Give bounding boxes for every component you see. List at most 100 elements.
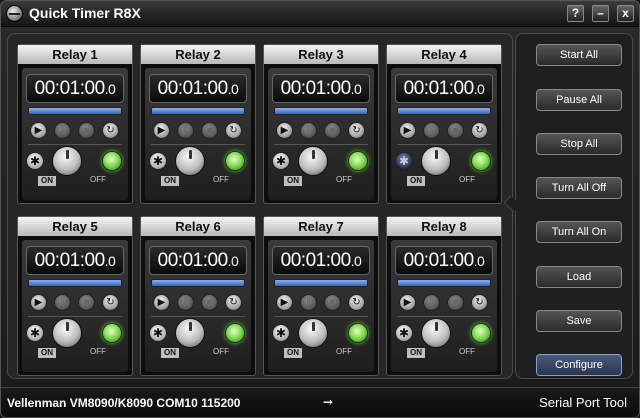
on-off-knob[interactable] — [421, 146, 451, 176]
settings-gear-icon[interactable]: ✱ — [26, 152, 44, 170]
progress-bar — [28, 279, 122, 287]
stop-all-button[interactable]: Stop All — [536, 133, 622, 155]
stop-button[interactable]: ■ — [201, 122, 218, 139]
on-label: ON — [38, 348, 56, 358]
progress-fill — [152, 280, 244, 286]
progress-fill — [398, 108, 490, 114]
on-label: ON — [38, 176, 56, 186]
timer-time: 00:01:00 — [280, 78, 351, 99]
timer-tenths: .0 — [104, 253, 116, 269]
settings-gear-icon[interactable]: ✱ — [272, 324, 290, 342]
on-off-knob[interactable] — [298, 146, 328, 176]
relay-name: Relay 3 — [264, 45, 378, 64]
pause-button[interactable]: ‖ — [300, 122, 317, 139]
off-label: OFF — [336, 175, 352, 184]
settings-gear-icon[interactable]: ✱ — [272, 152, 290, 170]
settings-gear-icon[interactable]: ✱ — [149, 324, 167, 342]
reset-button[interactable]: ↻ — [348, 294, 365, 311]
pause-all-button[interactable]: Pause All — [536, 89, 622, 111]
status-led — [471, 151, 491, 171]
off-label: OFF — [459, 175, 475, 184]
reset-button[interactable]: ↻ — [471, 122, 488, 139]
pause-button[interactable]: ‖ — [177, 294, 194, 311]
on-off-knob[interactable] — [52, 318, 82, 348]
save-button[interactable]: Save — [536, 310, 622, 332]
on-off-knob[interactable] — [175, 146, 205, 176]
load-button[interactable]: Load — [536, 266, 622, 288]
status-led — [348, 323, 368, 343]
settings-gear-icon[interactable]: ✱ — [395, 324, 413, 342]
minimize-button[interactable]: – — [592, 5, 609, 22]
off-label: OFF — [213, 175, 229, 184]
stop-button[interactable]: ■ — [324, 294, 341, 311]
progress-bar — [274, 107, 368, 115]
progress-bar — [151, 107, 245, 115]
status-led — [348, 151, 368, 171]
timer-display: 00:01:00.0 — [395, 74, 493, 103]
app-window: Quick Timer R8X ? – x Start All Pause Al… — [0, 0, 640, 418]
serial-port-tool-link[interactable]: Serial Port Tool — [539, 395, 627, 410]
settings-gear-icon[interactable]: ✱ — [26, 324, 44, 342]
play-button[interactable]: ▶ — [30, 294, 47, 311]
reset-button[interactable]: ↻ — [225, 122, 242, 139]
timer-time: 00:01:00 — [157, 250, 228, 271]
control-panel: Start All Pause All Stop All Turn All Of… — [515, 33, 633, 379]
turn-all-on-button[interactable]: Turn All On — [536, 221, 622, 243]
pause-button[interactable]: ‖ — [177, 122, 194, 139]
relay-name: Relay 6 — [141, 217, 255, 236]
play-button[interactable]: ▶ — [30, 122, 47, 139]
relay-body: 00:01:00.0 ▶ ‖ ■ ↻ ✱ ON OFF — [145, 68, 251, 200]
stop-button[interactable]: ■ — [447, 294, 464, 311]
play-button[interactable]: ▶ — [399, 122, 416, 139]
play-button[interactable]: ▶ — [153, 122, 170, 139]
app-title: Quick Timer R8X — [29, 5, 141, 21]
close-button[interactable]: x — [617, 5, 634, 22]
stop-button[interactable]: ■ — [324, 122, 341, 139]
timer-tenths: .0 — [473, 81, 485, 97]
divider — [28, 316, 122, 317]
pause-button[interactable]: ‖ — [423, 122, 440, 139]
stop-button[interactable]: ■ — [78, 122, 95, 139]
divider — [274, 316, 368, 317]
reset-button[interactable]: ↻ — [102, 294, 119, 311]
relay-card-6: Relay 6 00:01:00.0 ▶ ‖ ■ ↻ ✱ ON OFF — [140, 216, 256, 376]
progress-bar — [397, 279, 491, 287]
play-button[interactable]: ▶ — [153, 294, 170, 311]
on-off-knob[interactable] — [175, 318, 205, 348]
on-off-knob[interactable] — [421, 318, 451, 348]
timer-display: 00:01:00.0 — [149, 74, 247, 103]
turn-all-off-button[interactable]: Turn All Off — [536, 177, 622, 199]
pause-button[interactable]: ‖ — [54, 122, 71, 139]
stop-button[interactable]: ■ — [78, 294, 95, 311]
pause-button[interactable]: ‖ — [423, 294, 440, 311]
settings-gear-icon[interactable]: ✱ — [395, 152, 413, 170]
arrow-right-icon: ➞ — [323, 395, 334, 409]
pause-button[interactable]: ‖ — [300, 294, 317, 311]
reset-button[interactable]: ↻ — [225, 294, 242, 311]
reset-button[interactable]: ↻ — [471, 294, 488, 311]
on-off-knob[interactable] — [298, 318, 328, 348]
help-button[interactable]: ? — [567, 5, 584, 22]
play-button[interactable]: ▶ — [276, 122, 293, 139]
pause-button[interactable]: ‖ — [54, 294, 71, 311]
timer-display: 00:01:00.0 — [272, 246, 370, 275]
progress-fill — [152, 108, 244, 114]
reset-button[interactable]: ↻ — [102, 122, 119, 139]
timer-display: 00:01:00.0 — [395, 246, 493, 275]
on-label: ON — [161, 348, 179, 358]
start-all-button[interactable]: Start All — [536, 44, 622, 66]
relay-name: Relay 1 — [18, 45, 132, 64]
on-off-knob[interactable] — [52, 146, 82, 176]
on-label: ON — [407, 348, 425, 358]
divider — [397, 316, 491, 317]
play-button[interactable]: ▶ — [399, 294, 416, 311]
timer-tenths: .0 — [473, 253, 485, 269]
stop-button[interactable]: ■ — [201, 294, 218, 311]
stop-button[interactable]: ■ — [447, 122, 464, 139]
configure-button[interactable]: Configure — [536, 354, 622, 376]
settings-gear-icon[interactable]: ✱ — [149, 152, 167, 170]
play-button[interactable]: ▶ — [276, 294, 293, 311]
reset-button[interactable]: ↻ — [348, 122, 365, 139]
relay-card-3: Relay 3 00:01:00.0 ▶ ‖ ■ ↻ ✱ ON OFF — [263, 44, 379, 204]
progress-fill — [29, 108, 121, 114]
